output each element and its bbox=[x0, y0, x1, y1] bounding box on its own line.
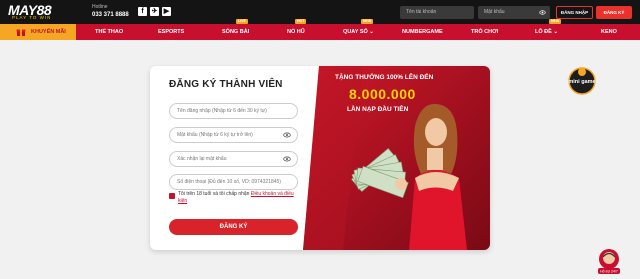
support-label: Hỗ trợ 24/7 bbox=[600, 269, 618, 274]
nav-item-esports[interactable]: ESPORTS bbox=[158, 24, 184, 40]
username-field[interactable]: Tên đăng nhập (Nhập từ 6 đến 30 ký tự) bbox=[169, 103, 298, 119]
register-card: ĐĂNG KÝ THÀNH VIÊN Tên đăng nhập (Nhập t… bbox=[150, 66, 490, 250]
banner-headline: TẶNG THƯỞNG 100% LÊN ĐẾN bbox=[335, 74, 434, 81]
new-badge: NEW bbox=[361, 19, 374, 24]
live-badge: LIVE bbox=[236, 19, 248, 24]
username-input[interactable]: Tên tài khoản bbox=[400, 6, 474, 19]
submit-register-button[interactable]: ĐĂNG KÝ bbox=[169, 219, 298, 235]
nav-item-song-bai[interactable]: SÒNG BÀI LIVE bbox=[222, 19, 250, 40]
confirm-password-field[interactable]: Xác nhận lại mật khẩu bbox=[169, 151, 298, 167]
nav-label: SÒNG BÀI bbox=[222, 29, 250, 35]
telegram-icon[interactable]: ✈ bbox=[150, 7, 159, 16]
main-nav: KHUYẾN MÃI THỂ THAO ESPORTS SÒNG BÀI LIVE… bbox=[0, 19, 640, 40]
facebook-icon[interactable]: f bbox=[138, 7, 147, 16]
nav-label: NUMBERGAME bbox=[402, 29, 443, 35]
nav-item-no-hu[interactable]: NỔ HŨ HOT bbox=[287, 19, 307, 40]
terms-text: Tôi trên 18 tuổi và tôi chấp nhận Điều k… bbox=[178, 191, 298, 205]
nav-item-the-thao[interactable]: THỂ THAO bbox=[95, 24, 123, 40]
password-input[interactable]: Mật khẩu bbox=[478, 6, 550, 19]
hotline: Hotline 033 371 8888 bbox=[92, 3, 129, 19]
nav-label: LÔ ĐỀ ⌄ bbox=[535, 29, 558, 35]
password-placeholder: Mật khẩu (Nhập từ 6 ký tự trở lên) bbox=[177, 132, 253, 138]
eye-icon[interactable] bbox=[539, 9, 546, 16]
nav-item-tro-choi[interactable]: TRÒ CHƠI bbox=[471, 24, 498, 40]
nav-label: KENO bbox=[601, 29, 617, 35]
terms-checkbox[interactable] bbox=[169, 193, 175, 199]
nav-item-numbergame[interactable]: NUMBERGAME bbox=[402, 24, 443, 40]
hotline-number[interactable]: 033 371 8888 bbox=[92, 11, 129, 19]
mini-game-label: mini game bbox=[568, 79, 595, 85]
nav-label: ESPORTS bbox=[158, 29, 185, 35]
youtube-icon[interactable]: ▶ bbox=[162, 7, 171, 16]
new-badge: NEW bbox=[549, 19, 562, 24]
banner-subline: LẦN NẠP ĐẦU TIÊN bbox=[347, 106, 409, 113]
nav-label: TRÒ CHƠI bbox=[471, 29, 499, 35]
promo-banner: TẶNG THƯỞNG 100% LÊN ĐẾN 8.000.000 LẦN N… bbox=[303, 66, 490, 250]
nav-promo[interactable]: KHUYẾN MÃI bbox=[0, 24, 76, 40]
logo[interactable]: MAY88 PLAY TO WIN bbox=[8, 2, 78, 22]
form-title: ĐĂNG KÝ THÀNH VIÊN bbox=[169, 79, 283, 90]
login-button[interactable]: ĐĂNG NHẬP bbox=[556, 6, 593, 19]
nav-item-keno[interactable]: KENO bbox=[601, 24, 617, 40]
eye-icon[interactable] bbox=[283, 156, 291, 162]
phone-field[interactable]: Số điện thoại (Đủ đến 10 số, VD: 0974321… bbox=[169, 174, 298, 190]
top-bar: MAY88 PLAY TO WIN Hotline 033 371 8888 f… bbox=[0, 0, 640, 24]
nav-item-quay-so[interactable]: QUAY SỐ ⌄ NEW bbox=[343, 19, 374, 40]
mini-game-icon[interactable]: mini game bbox=[565, 66, 599, 98]
gift-icon bbox=[16, 29, 26, 36]
eye-icon[interactable] bbox=[283, 132, 291, 138]
nav-label: QUAY SỐ ⌄ bbox=[343, 29, 374, 35]
hotline-label: Hotline bbox=[92, 4, 108, 10]
confirm-placeholder: Xác nhận lại mật khẩu bbox=[177, 156, 227, 162]
hot-badge: HOT bbox=[295, 19, 307, 24]
password-field[interactable]: Mật khẩu (Nhập từ 6 ký tự trở lên) bbox=[169, 127, 298, 143]
register-button[interactable]: ĐĂNG KÝ bbox=[596, 6, 632, 19]
nav-label: THỂ THAO bbox=[95, 29, 124, 35]
password-placeholder: Mật khẩu bbox=[484, 9, 505, 15]
nav-promo-label: KHUYẾN MÃI bbox=[31, 29, 66, 35]
logo-tagline: PLAY TO WIN bbox=[12, 15, 52, 20]
nav-item-lo-de[interactable]: LÔ ĐỀ ⌄ NEW bbox=[535, 19, 562, 40]
banner-amount: 8.000.000 bbox=[349, 86, 416, 102]
nav-label: NỔ HŨ bbox=[287, 29, 305, 35]
support-chat-icon[interactable]: Hỗ trợ 24/7 bbox=[594, 247, 624, 275]
terms-label: Tôi trên 18 tuổi và tôi chấp nhận bbox=[178, 191, 250, 197]
